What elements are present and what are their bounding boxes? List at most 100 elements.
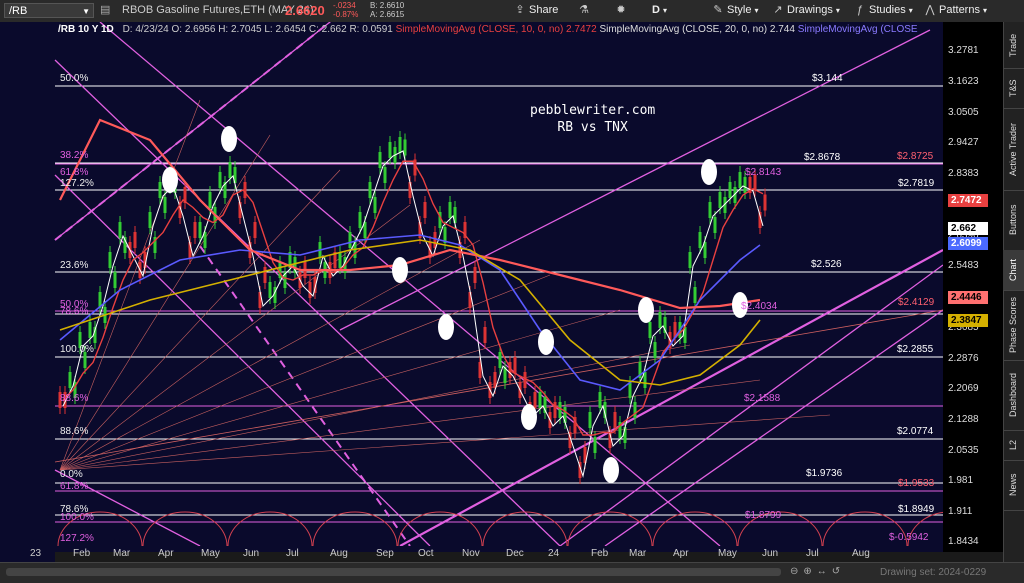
pivot-marker — [603, 457, 619, 483]
time-tick-label: Jun — [243, 548, 260, 559]
cycle-arc — [227, 511, 313, 546]
time-tick-label: Apr — [158, 548, 174, 559]
tab-buttons[interactable]: Buttons — [1003, 190, 1024, 251]
level-label: $2.526 — [811, 259, 842, 270]
candle-body — [253, 222, 257, 238]
candle-body — [198, 222, 202, 238]
price-tick-label: 2.8383 — [948, 168, 979, 179]
fan-line — [59, 274, 551, 471]
candle-body — [643, 372, 647, 388]
fib-label: 38.2% — [60, 150, 89, 161]
sma-next-label: SimpleMovingAvg (CLOSE — [797, 24, 918, 35]
reset-icon[interactable]: ↺ — [832, 566, 845, 577]
sma-line — [59, 234, 761, 391]
price-tick-label: 2.1288 — [948, 414, 979, 425]
tab-l2[interactable]: L2 — [1003, 430, 1024, 461]
candle-body — [68, 372, 72, 388]
candle-body — [513, 357, 517, 373]
cycle-arc — [312, 511, 398, 546]
candle-body — [133, 232, 137, 248]
tab-chart[interactable]: Chart — [1003, 250, 1024, 291]
fib-label: 100.0% — [60, 344, 94, 355]
candle-body — [243, 182, 247, 198]
level-label: $2.4034 — [741, 301, 778, 312]
level-label: $2.8725 — [897, 151, 934, 162]
candle-body — [598, 392, 602, 408]
candle-body — [708, 202, 712, 218]
cycle-arc — [567, 511, 653, 546]
candle-body — [558, 402, 562, 418]
tab-t-s[interactable]: T&S — [1003, 68, 1024, 109]
price-tick-label: 3.0505 — [948, 107, 979, 118]
time-axis[interactable]: 23 Feb Mar Apr May Jun Jul Aug Sep Oct Nov Dec 24 Feb… — [30, 546, 943, 562]
time-tick-label: Feb — [73, 548, 91, 559]
level-label: $1.8799 — [745, 510, 782, 521]
candle-body — [593, 437, 597, 453]
pivot-marker — [162, 167, 178, 193]
time-tick-label: Feb — [591, 548, 609, 559]
time-tick-label: Aug — [852, 548, 870, 559]
level-label: $2.0774 — [897, 426, 934, 437]
candle-body — [718, 192, 722, 208]
candle-body — [218, 172, 222, 188]
info-close: C: 2.662 — [308, 24, 347, 35]
candle-body — [113, 272, 117, 288]
candle-body — [633, 402, 637, 418]
candle-body — [483, 327, 487, 343]
candle-body — [523, 372, 527, 388]
candle-body — [383, 167, 387, 183]
level-label: $2.4129 — [898, 297, 935, 308]
level-label: $1.8949 — [898, 504, 935, 515]
candle-body — [368, 182, 372, 198]
candle-body — [658, 312, 662, 328]
chart-info-bar: /RB 10 Y 1D D: 4/23/24 O: 2.6956 H: 2.70… — [58, 24, 918, 35]
candle-body — [348, 232, 352, 248]
zoom-out-icon[interactable]: ⊖ — [790, 566, 803, 577]
level-label: $-0.5942 — [889, 532, 929, 543]
pivot-marker — [221, 126, 237, 152]
price-tick-label: 1.981 — [948, 475, 974, 486]
fib-label: 88.6% — [60, 426, 89, 437]
chart-scrollbar[interactable] — [6, 568, 781, 576]
tab-news[interactable]: News — [1003, 460, 1024, 511]
price-tick-label: 1.8434 — [948, 536, 979, 547]
chart-drawings — [54, 22, 943, 546]
tab-active-trader[interactable]: Active Trader — [1003, 108, 1024, 191]
time-tick-label: Sep — [376, 548, 394, 559]
price-tick-label: 2.0535 — [948, 445, 979, 456]
tab-phase-scores[interactable]: Phase Scores — [1003, 290, 1024, 361]
zoom-in-icon[interactable]: ⊕ — [803, 566, 816, 577]
fib-label: 61.8% — [60, 481, 89, 492]
candle-body — [553, 402, 557, 418]
price-tick-label: 2.2876 — [948, 353, 979, 364]
candle-body — [118, 222, 122, 238]
candle-body — [158, 182, 162, 198]
pan-icon[interactable]: ↔ — [817, 566, 832, 577]
candle-body — [533, 392, 537, 408]
cycle-arc — [652, 511, 738, 546]
price-badge: 2.662 — [948, 222, 988, 235]
info-high: H: 2.7045 — [218, 24, 262, 35]
candle-body — [263, 267, 267, 283]
price-badge: 2.7472 — [948, 194, 988, 207]
fib-label: 61.8% — [60, 167, 89, 178]
level-label: $1.9533 — [898, 478, 935, 489]
tab-trade[interactable]: Trade — [1003, 22, 1024, 69]
fib-label: 100.0% — [60, 512, 94, 523]
tab-dashboard[interactable]: Dashboard — [1003, 360, 1024, 431]
watermark-line1: pebblewriter.com — [530, 103, 656, 118]
fan-line — [59, 239, 481, 471]
pivot-marker — [438, 314, 454, 340]
time-tick-label: May — [718, 548, 737, 559]
candle-body — [693, 287, 697, 303]
candle-body — [763, 194, 767, 211]
info-low: L: 2.6454 — [264, 24, 307, 35]
fib-label: 78.6% — [60, 306, 89, 317]
candle-body — [228, 162, 232, 178]
candle-body — [378, 152, 382, 168]
fib-label: 88.6% — [60, 393, 89, 404]
sma20-label: SimpleMovingAvg (CLOSE, 20, 0, no) 2.744 — [599, 24, 795, 35]
time-tick-label: Jul — [806, 548, 819, 559]
fan-line — [59, 414, 831, 471]
candle-body — [193, 222, 197, 238]
